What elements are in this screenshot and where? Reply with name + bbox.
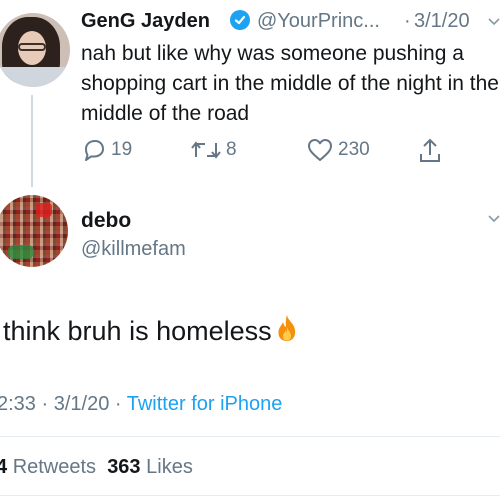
tweet-time[interactable]: 2:33 — [0, 393, 36, 415]
retweet-button[interactable]: 8 — [190, 134, 237, 166]
likes-label[interactable]: Likes — [146, 456, 193, 478]
reply-button[interactable]: 19 — [81, 134, 132, 166]
separator-dot: · — [35, 393, 54, 415]
tweet-body: think bruh is homeless — [3, 316, 272, 346]
separator-dot: · — [404, 10, 411, 32]
avatar-detail — [8, 245, 34, 259]
fire-emoji-icon — [274, 313, 300, 352]
tweet-date[interactable]: 3/1/20 — [54, 393, 110, 415]
handle[interactable]: @killmefam — [81, 234, 186, 264]
handle[interactable]: @YourPrinc... — [257, 6, 380, 36]
separator-dot: · — [109, 393, 127, 415]
tweet-date[interactable]: 3/1/20 — [414, 6, 470, 36]
engagement-stats: 4 Retweets 363 Likes — [0, 452, 193, 482]
tweet-text: think bruh is homeless — [3, 313, 300, 352]
display-name[interactable]: GenG Jayden — [81, 6, 210, 36]
avatar-glasses — [18, 43, 46, 51]
retweets-label[interactable]: Retweets — [13, 456, 96, 478]
heart-icon — [308, 139, 332, 161]
divider — [0, 436, 500, 437]
retweet-icon — [191, 141, 221, 159]
tweet-source-link[interactable]: Twitter for iPhone — [127, 393, 283, 415]
reply-count: 19 — [111, 139, 133, 160]
like-count: 230 — [338, 139, 370, 160]
divider — [0, 495, 500, 496]
retweet-count: 8 — [226, 139, 237, 160]
avatar[interactable] — [0, 195, 68, 267]
thread-connector-line — [31, 95, 33, 187]
display-name[interactable]: debo — [81, 206, 131, 236]
tweet-timestamp-row: 2:33 · 3/1/20 · Twitter for iPhone — [0, 389, 282, 419]
chevron-down-icon[interactable] — [488, 211, 500, 229]
like-button[interactable]: 230 — [306, 134, 370, 166]
avatar[interactable] — [0, 13, 70, 87]
chevron-down-icon[interactable] — [488, 14, 500, 32]
avatar-shirt — [0, 67, 70, 87]
share-button[interactable] — [417, 134, 443, 166]
tweet-text: nah but like why was someone pushing a s… — [81, 42, 499, 125]
share-icon — [420, 138, 440, 162]
verified-badge-icon — [230, 10, 250, 30]
avatar-detail — [36, 203, 52, 217]
reply-icon — [85, 140, 104, 161]
likes-count[interactable]: 363 — [107, 456, 140, 478]
retweets-count[interactable]: 4 — [0, 456, 7, 478]
